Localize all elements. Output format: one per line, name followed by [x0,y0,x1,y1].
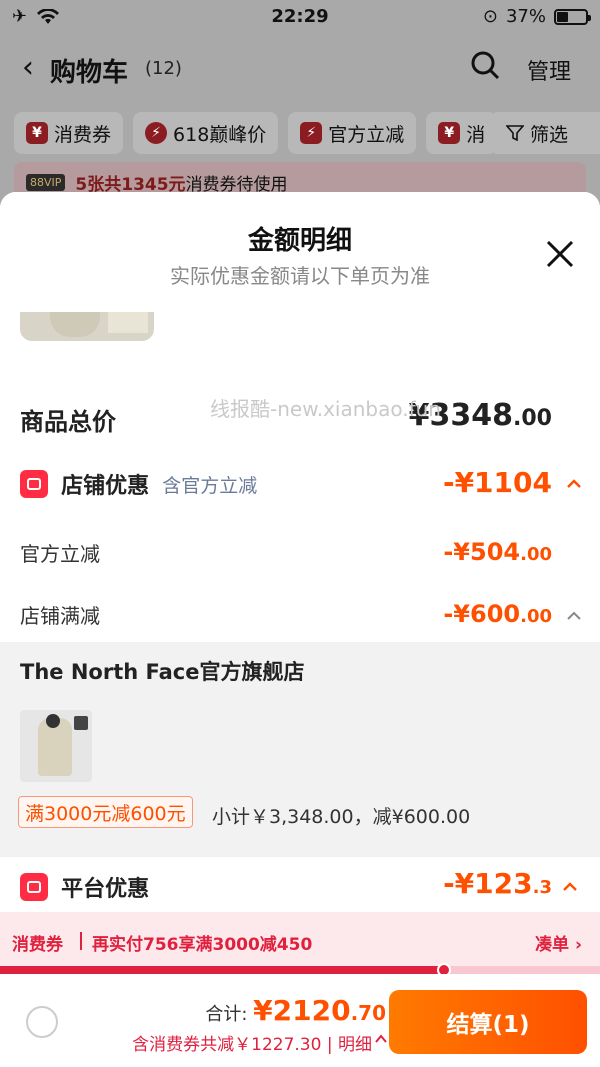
amount-dec: .3 [532,877,552,898]
divider [80,932,82,950]
battery-percent: 37% [505,6,546,27]
shop-discount-note: 含官方立减 [162,474,258,497]
detail-link[interactable]: 明细 [338,1035,372,1055]
sheet-header: 金额明细 实际优惠金额请以下单页为准 [0,192,600,312]
battery-icon [554,8,591,25]
total-price-int: 3348 [429,398,514,433]
chevron-right-icon: › [574,935,582,955]
filter-label: 筛选 [530,123,569,146]
amount-dec: .00 [520,544,552,565]
official-discount-row: 官方立减 -¥504.00 [20,538,580,567]
close-icon[interactable] [542,236,578,272]
chip-coupon[interactable]: ¥ 消费券 [14,112,124,154]
checkout-bar: 合计: ¥2120.70 含消费券共减￥1227.30 | 明细 结算(1) [0,974,600,1067]
promo-tag: 满3000元减600元 [18,796,193,828]
shop-discount-row[interactable]: 店铺优惠 含官方立减 -¥1104 [20,466,582,500]
progress-fill [0,966,444,974]
bolt-icon: ⚡ [145,122,168,144]
amount-int: -¥504 [443,538,521,566]
chevron-up-icon[interactable] [566,608,582,624]
platform-discount-row[interactable]: 平台优惠 -¥123.3 [0,857,600,912]
coupon-strip[interactable]: 消费券 再实付756享满3000减450 凑单 › [0,912,600,970]
add-items-link[interactable]: 凑单 › [535,930,582,955]
chip-label: 官方立减 [328,123,405,146]
amount-int: -¥123 [443,867,533,900]
line-label: 店铺满减 [20,604,100,628]
shop-discount-label: 店铺优惠 [61,474,150,499]
line-amount: -¥600.00 [443,600,552,628]
chip-label: 618巅峰价 [173,123,267,146]
amount-detail-sheet: 金额明细 实际优惠金额请以下单页为准 商品总价 ¥3348.00 店铺优惠 含官… [0,192,600,912]
filter-chips: ¥ 消费券 ⚡ 618巅峰价 ⚡ 官方立减 ¥ 消 [14,112,498,154]
sheet-title: 金额明细 [247,226,352,256]
battery-fill [557,11,569,22]
chip-label: 消费券 [54,123,112,146]
chevron-up-icon[interactable] [562,879,578,895]
shop-discount-amount: -¥1104 [443,466,552,499]
select-all-checkbox[interactable] [26,1006,58,1038]
platform-icon [20,873,48,901]
store-name: The North Face官方旗舰店 [20,660,305,684]
amount-dec: .00 [520,606,552,627]
sheet-subtitle: 实际优惠金额请以下单页为准 [170,264,430,288]
brand-logo [74,716,88,730]
store-full-discount-row[interactable]: 店铺满减 -¥600.00 [20,600,582,629]
line-label: 官方立减 [20,542,100,566]
back-icon[interactable]: ‹ [22,50,34,85]
discount-text: 含消费券共减￥1227.30 [132,1035,322,1055]
shop-icon [20,470,48,498]
chevron-up-icon[interactable] [374,1032,388,1046]
chip-label: 消 [466,123,486,146]
bolt-icon: ⚡ [300,122,323,144]
search-icon[interactable] [470,50,500,80]
page-title: 购物车 [50,58,129,88]
checkout-button[interactable]: 结算(1) [389,990,587,1054]
product-figure-head [46,714,60,728]
platform-discount-label: 平台优惠 [61,877,150,902]
status-bar: ✈ 22:29 ⊙ 37% [0,0,600,34]
coupon-icon: ¥ [438,122,461,144]
add-items-label: 凑单 [535,935,570,955]
line-amount: -¥504.00 [443,538,552,566]
product-thumbnail[interactable] [20,710,92,782]
platform-discount-amount: -¥123.3 [443,867,552,900]
filter-button[interactable]: 筛选 [490,112,600,154]
amount-int: -¥600 [443,600,521,628]
vip-badge: 88VIP [26,173,66,191]
amount-dec: .70 [350,1001,386,1025]
nav-bar: ‹ 购物车 (12) 管理 [0,34,600,106]
chip-coupon-2[interactable]: ¥ 消 [426,112,498,154]
amount-int: -¥1104 [442,466,552,499]
platform-label-group: 平台优惠 [20,871,149,903]
total-price-label: 商品总价 [20,408,116,436]
funnel-icon [506,125,524,142]
coupon-progress-bar [0,963,600,977]
rotation-lock-icon: ⊙ [482,6,498,27]
manage-button[interactable]: 管理 [527,54,571,86]
total-price-dec: .00 [513,406,552,431]
coupon-tag: 消费券 [12,935,63,955]
chip-official-discount[interactable]: ⚡ 官方立减 [288,112,417,154]
store-subtotal: 小计￥3,348.00，减¥600.00 [212,806,471,828]
total-line: 合计: ¥2120.70 [205,994,386,1027]
status-right: ⊙ 37% [482,6,591,27]
coupon-text: 再实付756享满3000减450 [92,935,313,955]
total-label: 合计: [205,1004,254,1025]
chevron-up-icon[interactable] [566,476,582,492]
cart-count: (12) [145,58,182,79]
coupon-icon: ¥ [26,122,48,144]
total-amount: ¥2120.70 [253,994,386,1027]
watermark: 线报酷-new.xianbao.fun [210,397,441,421]
amount-int: 2120 [272,994,351,1027]
store-section: The North Face官方旗舰店 满3000元减600元 小计￥3,348… [0,642,600,857]
chip-618[interactable]: ⚡ 618巅峰价 [133,112,279,154]
discount-summary[interactable]: 含消费券共减￥1227.30 | 明细 [132,1030,372,1055]
currency-symbol: ¥ [253,994,273,1027]
